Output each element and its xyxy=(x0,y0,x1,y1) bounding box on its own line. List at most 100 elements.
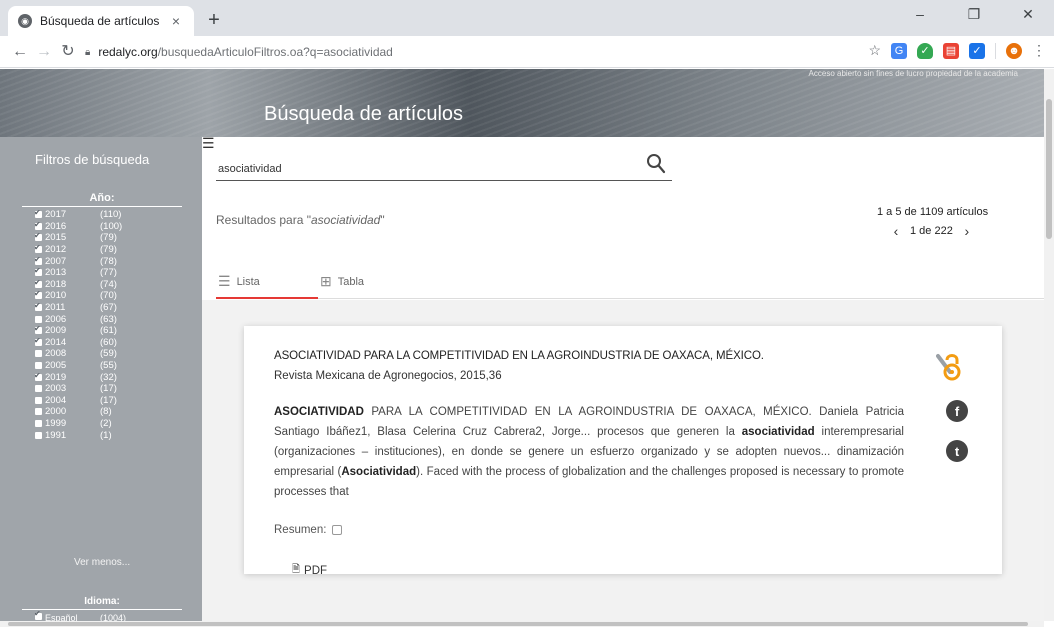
year-checkbox[interactable] xyxy=(34,219,42,230)
tab-tabla-label: Tabla xyxy=(337,275,365,288)
prev-page-chevron-icon[interactable]: ‹ xyxy=(888,223,904,239)
year-checkbox[interactable] xyxy=(35,385,42,393)
kebab-menu-icon[interactable]: ⋮ xyxy=(1032,42,1046,59)
restore-button[interactable]: ❐ xyxy=(954,6,994,23)
year-count: (79) xyxy=(100,232,117,244)
year-checkbox[interactable] xyxy=(34,242,42,254)
year-filter-item[interactable]: 2011 (67) xyxy=(34,300,185,314)
translate-extension-icon[interactable]: G xyxy=(891,42,907,59)
year-filter-item[interactable]: 2014 (60) xyxy=(34,335,185,349)
year-filter-item[interactable]: 1991 (1) xyxy=(35,429,185,441)
pdf-link[interactable]: 🗎 PDF xyxy=(292,562,327,579)
year-checkbox[interactable] xyxy=(34,288,42,300)
year-checkbox[interactable] xyxy=(34,230,42,242)
facebook-icon[interactable]: f xyxy=(946,400,968,422)
tab-tabla[interactable]: ⊞ Tabla xyxy=(320,273,364,290)
year-checkbox[interactable] xyxy=(35,419,42,427)
address-bar[interactable]: 🔒︎ redalyc.org/busquedaArticuloFiltros.o… xyxy=(85,40,855,64)
tab-lista-label: Lista xyxy=(236,275,260,288)
abstract-checkbox[interactable] xyxy=(332,525,343,535)
shield-extension-icon[interactable]: ✓ xyxy=(917,42,933,59)
reload-icon[interactable]: ↻ xyxy=(58,42,78,62)
horizontal-scrollbar[interactable] xyxy=(0,621,1044,627)
year-checkbox[interactable] xyxy=(35,315,42,323)
search-bar xyxy=(216,149,672,181)
year-filter-item[interactable]: 2004 (17) xyxy=(35,395,185,407)
results-suffix: " xyxy=(380,213,385,227)
year-count: (110) xyxy=(100,209,122,221)
year-filter-item[interactable]: 2018 (74) xyxy=(34,277,185,291)
year-filter-item[interactable]: 2000 (8) xyxy=(35,406,185,418)
see-less-link[interactable]: Ver menos... xyxy=(74,557,130,568)
year-count: (61) xyxy=(100,325,117,337)
year-filter-item[interactable]: 2015 (79) xyxy=(34,230,185,244)
tab-lista[interactable]: ☰ Lista xyxy=(218,273,260,290)
year-filter-heading: Año: xyxy=(22,192,182,207)
year-checkbox[interactable] xyxy=(34,370,42,381)
bookmark-star-icon[interactable]: ☆ xyxy=(868,42,881,59)
twitter-icon[interactable]: t xyxy=(946,440,968,462)
close-window-button[interactable]: ✕ xyxy=(1008,6,1048,23)
article-title[interactable]: ASOCIATIVIDAD PARA LA COMPETITIVIDAD EN … xyxy=(274,350,764,362)
forward-arrow-icon[interactable]: → xyxy=(34,42,54,62)
tab-title: Búsqueda de artículos xyxy=(40,14,160,28)
vertical-scrollbar[interactable] xyxy=(1044,69,1054,621)
year-label: 2003 xyxy=(45,383,67,395)
search-icon[interactable] xyxy=(646,153,666,175)
year-filter-item[interactable]: 1999 (2) xyxy=(35,418,185,430)
year-filter-item[interactable]: 2019 (32) xyxy=(34,370,185,383)
web-page: Acceso abierto sin fines de lucro propie… xyxy=(0,69,1044,621)
vertical-scroll-thumb[interactable] xyxy=(1046,99,1052,239)
next-page-chevron-icon[interactable]: › xyxy=(959,223,975,239)
year-checkbox[interactable] xyxy=(35,350,42,358)
year-count: (59) xyxy=(100,348,117,360)
year-filter-item[interactable]: 2012 (79) xyxy=(34,242,185,256)
year-checkbox[interactable] xyxy=(34,335,42,346)
url-host: redalyc.org xyxy=(98,45,158,59)
minimize-button[interactable]: – xyxy=(900,6,940,22)
year-filter-item[interactable]: 2016 (100) xyxy=(34,219,185,233)
hero-banner: Acceso abierto sin fines de lucro propie… xyxy=(0,69,1044,137)
language-filter-heading: Idioma: xyxy=(22,596,182,610)
mail-extension-icon[interactable]: ▤ xyxy=(943,42,959,59)
year-checkbox[interactable] xyxy=(34,265,42,277)
hamburger-menu-icon[interactable]: ☰ xyxy=(202,135,216,152)
horizontal-scroll-thumb[interactable] xyxy=(8,622,1028,626)
language-checkbox[interactable] xyxy=(34,609,42,620)
year-checkbox[interactable] xyxy=(34,254,42,265)
language-filter-item[interactable]: Español (1004) xyxy=(34,609,140,621)
year-checkbox[interactable] xyxy=(35,431,42,439)
year-filter-item[interactable]: 2008 (59) xyxy=(35,348,185,360)
year-filter-item[interactable]: 2005 (55) xyxy=(35,360,185,372)
tab-close-icon[interactable]: × xyxy=(168,13,184,29)
year-label: 2005 xyxy=(45,360,67,372)
year-checkbox[interactable] xyxy=(35,362,42,370)
year-filter-item[interactable]: 2017 (110) xyxy=(34,207,185,221)
year-count: (67) xyxy=(100,302,117,314)
profile-avatar-icon[interactable]: ☻ xyxy=(1006,42,1022,59)
year-checkbox[interactable] xyxy=(34,323,42,335)
year-filter-item[interactable]: 2006 (63) xyxy=(35,313,185,325)
year-checkbox[interactable] xyxy=(35,408,42,416)
year-checkbox[interactable] xyxy=(34,277,42,288)
year-count: (32) xyxy=(100,371,117,383)
year-count: (70) xyxy=(100,290,117,302)
year-checkbox[interactable] xyxy=(35,396,42,404)
search-input[interactable] xyxy=(218,163,618,175)
back-arrow-icon[interactable]: ← xyxy=(10,42,30,62)
year-filter-item[interactable]: 2013 (77) xyxy=(34,265,185,279)
open-access-icon[interactable] xyxy=(936,348,966,384)
browser-tab[interactable]: ◉ Búsqueda de artículos × xyxy=(8,6,194,36)
year-filter-item[interactable]: 2010 (70) xyxy=(34,288,185,302)
year-label: 2006 xyxy=(45,313,67,325)
abstract-toggle[interactable]: Resumen: xyxy=(274,524,343,536)
new-tab-button[interactable]: + xyxy=(202,9,226,33)
year-filter-item[interactable]: 2003 (17) xyxy=(35,383,185,395)
year-checkbox[interactable] xyxy=(34,207,42,219)
results-count: 1 a 5 de 1109 artículos xyxy=(877,206,989,218)
year-filter-item[interactable]: 2009 (61) xyxy=(34,323,185,337)
pdf-file-icon: 🗎 xyxy=(292,564,301,575)
check-extension-icon[interactable]: ✓ xyxy=(969,42,985,59)
year-checkbox[interactable] xyxy=(34,300,42,312)
year-filter-item[interactable]: 2007 (78) xyxy=(34,254,185,267)
